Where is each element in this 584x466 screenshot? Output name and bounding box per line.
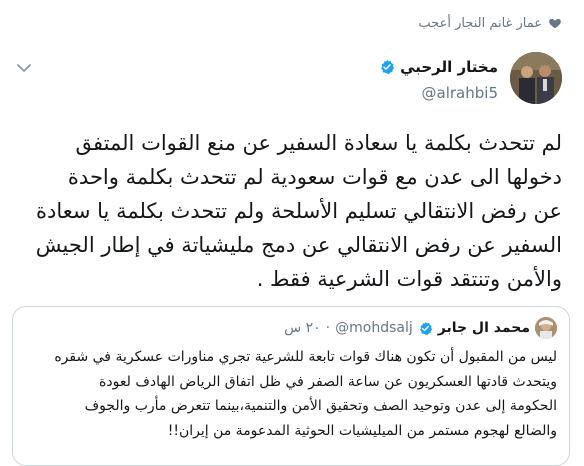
social-context-label: عمار غانم النجار أعجب: [418, 15, 542, 31]
author-handle[interactable]: @alrahbi5: [422, 84, 498, 102]
author-name-row[interactable]: مختار الرحبي: [379, 58, 498, 76]
quoted-tweet-header: محمد ال جابر @mohdsalj · ٢٠ س: [284, 317, 557, 339]
heart-icon: [549, 18, 561, 29]
social-context[interactable]: عمار غانم النجار أعجب: [418, 12, 562, 34]
quoted-line: الحكومة إلى عدن وتوحيد الصف وتحقيق الأمن…: [84, 398, 557, 414]
tweet-line: السفير عن رفض الانتقالي عن دمج مليشياتة …: [35, 233, 562, 257]
quoted-author-handle[interactable]: @mohdsalj: [335, 320, 413, 336]
quoted-tweet-time[interactable]: ٢٠ س: [284, 320, 321, 336]
chevron-down-icon[interactable]: [16, 62, 32, 74]
tweet-line: دخولها الى عدن مع قوات سعودية لم تتحدث ب…: [67, 165, 562, 189]
tweet-line: عن رفض الانتقالي تسليم الأسلحة ولم تتحدث…: [36, 199, 562, 223]
quoted-line: ليس من المقبول أن تكون هناك قوات تابعة ل…: [54, 349, 557, 365]
quoted-author-name[interactable]: محمد ال جابر: [438, 320, 530, 336]
avatar[interactable]: [510, 52, 562, 104]
quoted-line: والضالع لهجوم مستمر من الميليشيات الحوثي…: [167, 422, 557, 439]
tweet-line: لم تتحدث بكلمة يا سعادة السفير عن منع ال…: [75, 131, 562, 155]
verified-badge-icon: [381, 60, 395, 75]
quoted-tweet-text: ليس من المقبول أن تكون هناك قوات تابعة ل…: [23, 345, 557, 443]
author-name[interactable]: مختار الرحبي: [400, 58, 498, 76]
quoted-tweet[interactable]: محمد ال جابر @mohdsalj · ٢٠ س ليس من الم…: [12, 306, 570, 466]
tweet-line: والأمن وتنتقد قوات الشرعية فقط .: [256, 267, 562, 291]
separator-dot: ·: [325, 320, 331, 336]
verified-badge-icon: [419, 321, 432, 335]
quoted-line: ويتحدث قادتها العسكريون عن ساعة الصفر في…: [99, 373, 557, 390]
quoted-tweet-avatar[interactable]: [535, 317, 557, 339]
tweet-text: لم تتحدث بكلمة يا سعادة السفير عن منع ال…: [18, 126, 562, 296]
